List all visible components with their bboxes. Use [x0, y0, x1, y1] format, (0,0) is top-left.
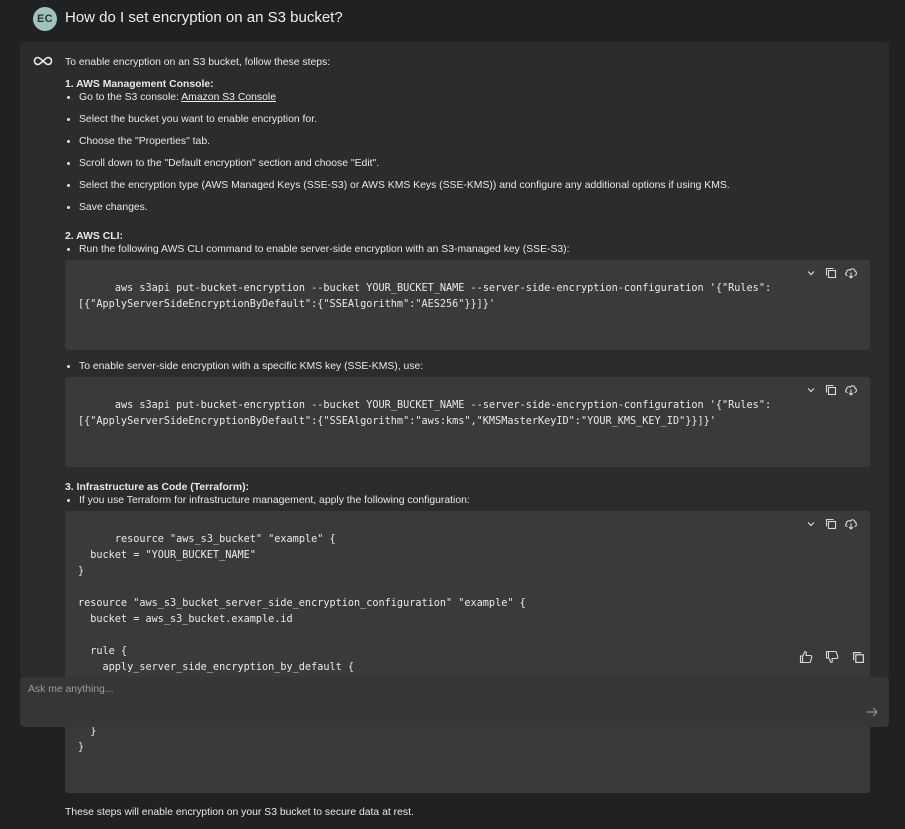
list-item: If you use Terraform for infrastructure … [65, 494, 870, 507]
list-item: Go to the S3 console: Amazon S3 Console [65, 91, 870, 104]
chat-input[interactable]: Ask me anything... [20, 677, 889, 727]
list-item: To enable server-side encryption with a … [65, 360, 870, 373]
question-text: How do I set encryption on an S3 bucket? [65, 9, 343, 26]
code-toolbar [804, 266, 858, 280]
code-content: aws s3api put-bucket-encryption --bucket… [78, 400, 772, 427]
s3-console-link[interactable]: Amazon S3 Console [181, 92, 276, 103]
list-item: Scroll down to the "Default encryption" … [65, 157, 870, 170]
answer-card: To enable encryption on an S3 bucket, fo… [20, 42, 889, 818]
avatar: EC [33, 7, 57, 31]
code-toolbar [804, 517, 858, 531]
answer-closing: These steps will enable encryption on yo… [65, 807, 414, 818]
list-item: Select the encryption type (AWS Managed … [65, 179, 870, 192]
copy-icon[interactable] [824, 383, 838, 397]
list-item: Save changes. [65, 201, 870, 214]
code-content: aws s3api put-bucket-encryption --bucket… [78, 283, 772, 310]
terraform-steps: If you use Terraform for infrastructure … [65, 494, 870, 507]
copy-icon[interactable] [851, 650, 865, 664]
thumbs-up-icon[interactable] [799, 650, 813, 664]
section-title-terraform: 3. Infrastructure as Code (Terraform): [65, 482, 249, 493]
chevron-down-icon[interactable] [804, 517, 818, 531]
download-icon[interactable] [844, 517, 858, 531]
code-toolbar [804, 383, 858, 397]
chevron-down-icon[interactable] [804, 383, 818, 397]
copy-icon[interactable] [824, 266, 838, 280]
chevron-down-icon[interactable] [804, 266, 818, 280]
send-arrow-icon[interactable] [865, 705, 879, 719]
cli-item-text: To enable server-side encryption with a … [79, 361, 424, 372]
section-title-cli: 2. AWS CLI: [65, 231, 123, 242]
code-block-sse-s3: aws s3api put-bucket-encryption --bucket… [65, 260, 870, 350]
console-steps: Go to the S3 console: Amazon S3 Console … [65, 91, 870, 214]
list-item: Select the bucket you want to enable enc… [65, 113, 870, 126]
thumbs-down-icon[interactable] [825, 650, 839, 664]
download-icon[interactable] [844, 383, 858, 397]
cli-steps: Run the following AWS CLI command to ena… [65, 243, 870, 256]
list-item: Run the following AWS CLI command to ena… [65, 243, 870, 256]
terraform-item-text: If you use Terraform for infrastructure … [79, 495, 470, 506]
cli-steps-kms: To enable server-side encryption with a … [65, 360, 870, 373]
code-block-sse-kms: aws s3api put-bucket-encryption --bucket… [65, 377, 870, 467]
question-header: EC How do I set encryption on an S3 buck… [0, 0, 905, 38]
copy-icon[interactable] [824, 517, 838, 531]
cli-item-text: Run the following AWS CLI command to ena… [79, 244, 570, 255]
step-text: Go to the S3 console: [79, 92, 182, 103]
section-title-console: 1. AWS Management Console: [65, 79, 214, 90]
answer-intro: To enable encryption on an S3 bucket, fo… [65, 57, 331, 68]
list-item: Choose the "Properties" tab. [65, 135, 870, 148]
infinity-icon [33, 56, 53, 66]
feedback-toolbar [799, 650, 865, 664]
download-icon[interactable] [844, 266, 858, 280]
code-block-terraform: resource "aws_s3_bucket" "example" { buc… [65, 511, 870, 793]
chat-input-placeholder: Ask me anything... [28, 684, 114, 695]
